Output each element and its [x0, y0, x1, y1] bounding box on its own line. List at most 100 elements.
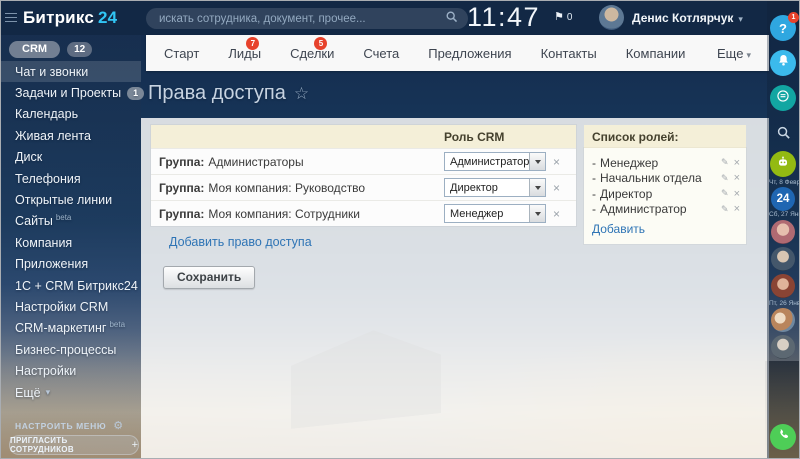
bell-icon: [777, 54, 790, 72]
sidebar-item-business-processes[interactable]: Бизнес-процессы: [1, 339, 141, 360]
configure-menu-button[interactable]: НАСТРОИТЬ МЕНЮ⚙: [15, 419, 124, 432]
chevron-down-icon: ▾: [738, 14, 743, 24]
add-role-link[interactable]: Добавить: [592, 222, 645, 236]
user-avatar[interactable]: [599, 5, 624, 30]
tab-start[interactable]: Старт: [164, 46, 199, 61]
role-select-management[interactable]: Директор: [444, 178, 546, 197]
hamburger-menu-icon[interactable]: [5, 13, 17, 22]
sidebar-item-tasks-projects[interactable]: Задачи и Проекты1: [1, 82, 141, 103]
edit-role-icon[interactable]: ✎: [721, 204, 729, 215]
phone-icon: [777, 428, 790, 446]
group-label: Группа:Моя компания: Сотрудники: [159, 207, 444, 221]
crm-section[interactable]: CRM 12: [9, 41, 92, 58]
notifications-bell-button[interactable]: [770, 50, 796, 76]
global-search-input[interactable]: искать сотрудника, документ, прочее...: [146, 8, 468, 29]
edit-role-icon[interactable]: ✎: [721, 157, 729, 168]
save-button[interactable]: Сохранить: [163, 266, 255, 289]
bitrix24-logo[interactable]: Битрикс24: [23, 8, 117, 28]
search-placeholder: искать сотрудника, документ, прочее...: [159, 13, 445, 25]
sidebar-item-live-feed[interactable]: Живая лента: [1, 125, 141, 146]
crm-tab-bar: Старт Лиды7 Сделки5 Счета Предложения Ко…: [146, 35, 769, 71]
delete-role-icon[interactable]: ×: [734, 172, 740, 184]
group-label: Группа:Моя компания: Руководство: [159, 181, 444, 195]
rail-date-jan26: Пт, 26 Янв: [767, 300, 799, 307]
roles-panel-header: Список ролей:: [584, 125, 746, 148]
delete-role-icon[interactable]: ×: [734, 157, 740, 169]
sidebar-item-apps[interactable]: Приложения: [1, 254, 141, 275]
sidebar-item-chat-calls[interactable]: Чат и звонки: [1, 61, 141, 82]
tab-quotes[interactable]: Предложения: [428, 46, 511, 61]
access-row-administrators: Группа:Администраторы Администратор ×: [151, 148, 576, 174]
select-arrow-icon[interactable]: [529, 179, 545, 196]
role-item-director: -Директор ✎×: [592, 186, 740, 202]
avatar[interactable]: [771, 308, 795, 332]
help-button[interactable]: ?1: [770, 15, 796, 41]
search-icon[interactable]: [445, 10, 458, 28]
tab-invoices[interactable]: Счета: [363, 46, 399, 61]
sidebar-item-disk[interactable]: Диск: [1, 147, 141, 168]
clock[interactable]: 11:47: [467, 2, 540, 33]
avatar[interactable]: [771, 247, 795, 271]
sidebar-item-open-lines[interactable]: Открытые линии: [1, 189, 141, 210]
add-access-right-link[interactable]: Добавить право доступа: [169, 235, 312, 249]
user-menu[interactable]: Денис Котлярчук▾: [632, 11, 743, 25]
table-header-row: Роль CRM: [151, 125, 576, 148]
chevron-down-icon: ▾: [46, 387, 51, 398]
access-rights-table: Роль CRM Группа:Администраторы Администр…: [151, 125, 576, 226]
open-lines-chat-button[interactable]: [770, 85, 796, 111]
delete-row-icon[interactable]: ×: [553, 156, 560, 168]
roles-list-panel: Список ролей: -Менеджер ✎× -Начальник от…: [584, 125, 746, 289]
notifications-flag[interactable]: ⚑0: [554, 10, 572, 23]
sidebar-item-crm-settings[interactable]: Настройки CRM: [1, 296, 141, 317]
favorite-star-icon[interactable]: ☆: [294, 84, 309, 103]
help-notification-badge: 1: [788, 12, 799, 23]
sidebar-item-crm-marketing[interactable]: CRM-маркетингbeta: [1, 318, 141, 339]
logo-24: 24: [98, 8, 117, 27]
avatar[interactable]: [771, 220, 795, 244]
right-rail: ?1 Чт, 8 Февр 24 Сб, 27 Янв Пт, 26 Янв: [767, 1, 799, 459]
beta-label: beta: [56, 213, 72, 222]
sidebar-item-company[interactable]: Компания: [1, 232, 141, 253]
avatar[interactable]: [771, 274, 795, 298]
marketplace-bot-button[interactable]: [770, 151, 796, 177]
sidebar-item-calendar[interactable]: Календарь: [1, 104, 141, 125]
page-title: Права доступа☆: [148, 82, 309, 105]
crm-pill[interactable]: CRM: [9, 41, 60, 58]
role-select-employees[interactable]: Менеджер: [444, 204, 546, 223]
rail-date-feb8: Чт, 8 Февр: [767, 179, 799, 186]
avatar[interactable]: [771, 335, 795, 359]
role-column-header: Роль CRM: [444, 130, 504, 144]
calendar-24-badge[interactable]: 24: [771, 187, 795, 211]
sidebar-item-settings[interactable]: Настройки: [1, 360, 141, 381]
tasks-count-badge: 1: [127, 87, 144, 100]
access-row-management: Группа:Моя компания: Руководство Директо…: [151, 174, 576, 200]
sidebar-item-more[interactable]: Ещё▾: [1, 382, 141, 403]
role-select-administrators[interactable]: Администратор: [444, 152, 546, 171]
flag-count: 0: [567, 12, 573, 23]
rail-search-button[interactable]: [770, 122, 796, 148]
tab-more[interactable]: Еще▾: [717, 46, 751, 61]
edit-role-icon[interactable]: ✎: [721, 173, 729, 184]
phone-call-button[interactable]: [770, 424, 796, 450]
tab-companies[interactable]: Компании: [626, 46, 686, 61]
tab-deals[interactable]: Сделки5: [290, 46, 334, 61]
beta-label: beta: [109, 320, 125, 329]
flag-icon: ⚑: [554, 11, 564, 23]
tab-contacts[interactable]: Контакты: [541, 46, 597, 61]
tab-leads[interactable]: Лиды7: [228, 46, 261, 61]
top-bar: Битрикс24 искать сотрудника, документ, п…: [1, 1, 800, 35]
sidebar-item-sites[interactable]: Сайтыbeta: [1, 211, 141, 232]
delete-row-icon[interactable]: ×: [553, 182, 560, 194]
invite-employees-button[interactable]: ПРИГЛАСИТЬ СОТРУДНИКОВ+: [9, 435, 139, 455]
delete-role-icon[interactable]: ×: [734, 203, 740, 215]
edit-role-icon[interactable]: ✎: [721, 188, 729, 199]
delete-role-icon[interactable]: ×: [734, 188, 740, 200]
workspace: Роль CRM Группа:Администраторы Администр…: [141, 118, 769, 459]
select-arrow-icon[interactable]: [529, 205, 545, 222]
delete-row-icon[interactable]: ×: [553, 208, 560, 220]
sidebar-item-1c-crm[interactable]: 1С + CRM Битрикс24: [1, 275, 141, 296]
sidebar-item-telephony[interactable]: Телефония: [1, 168, 141, 189]
select-arrow-icon[interactable]: [529, 153, 545, 170]
bitrix24-window: Битрикс24 искать сотрудника, документ, п…: [0, 0, 800, 459]
role-item-manager: -Менеджер ✎×: [592, 155, 740, 171]
